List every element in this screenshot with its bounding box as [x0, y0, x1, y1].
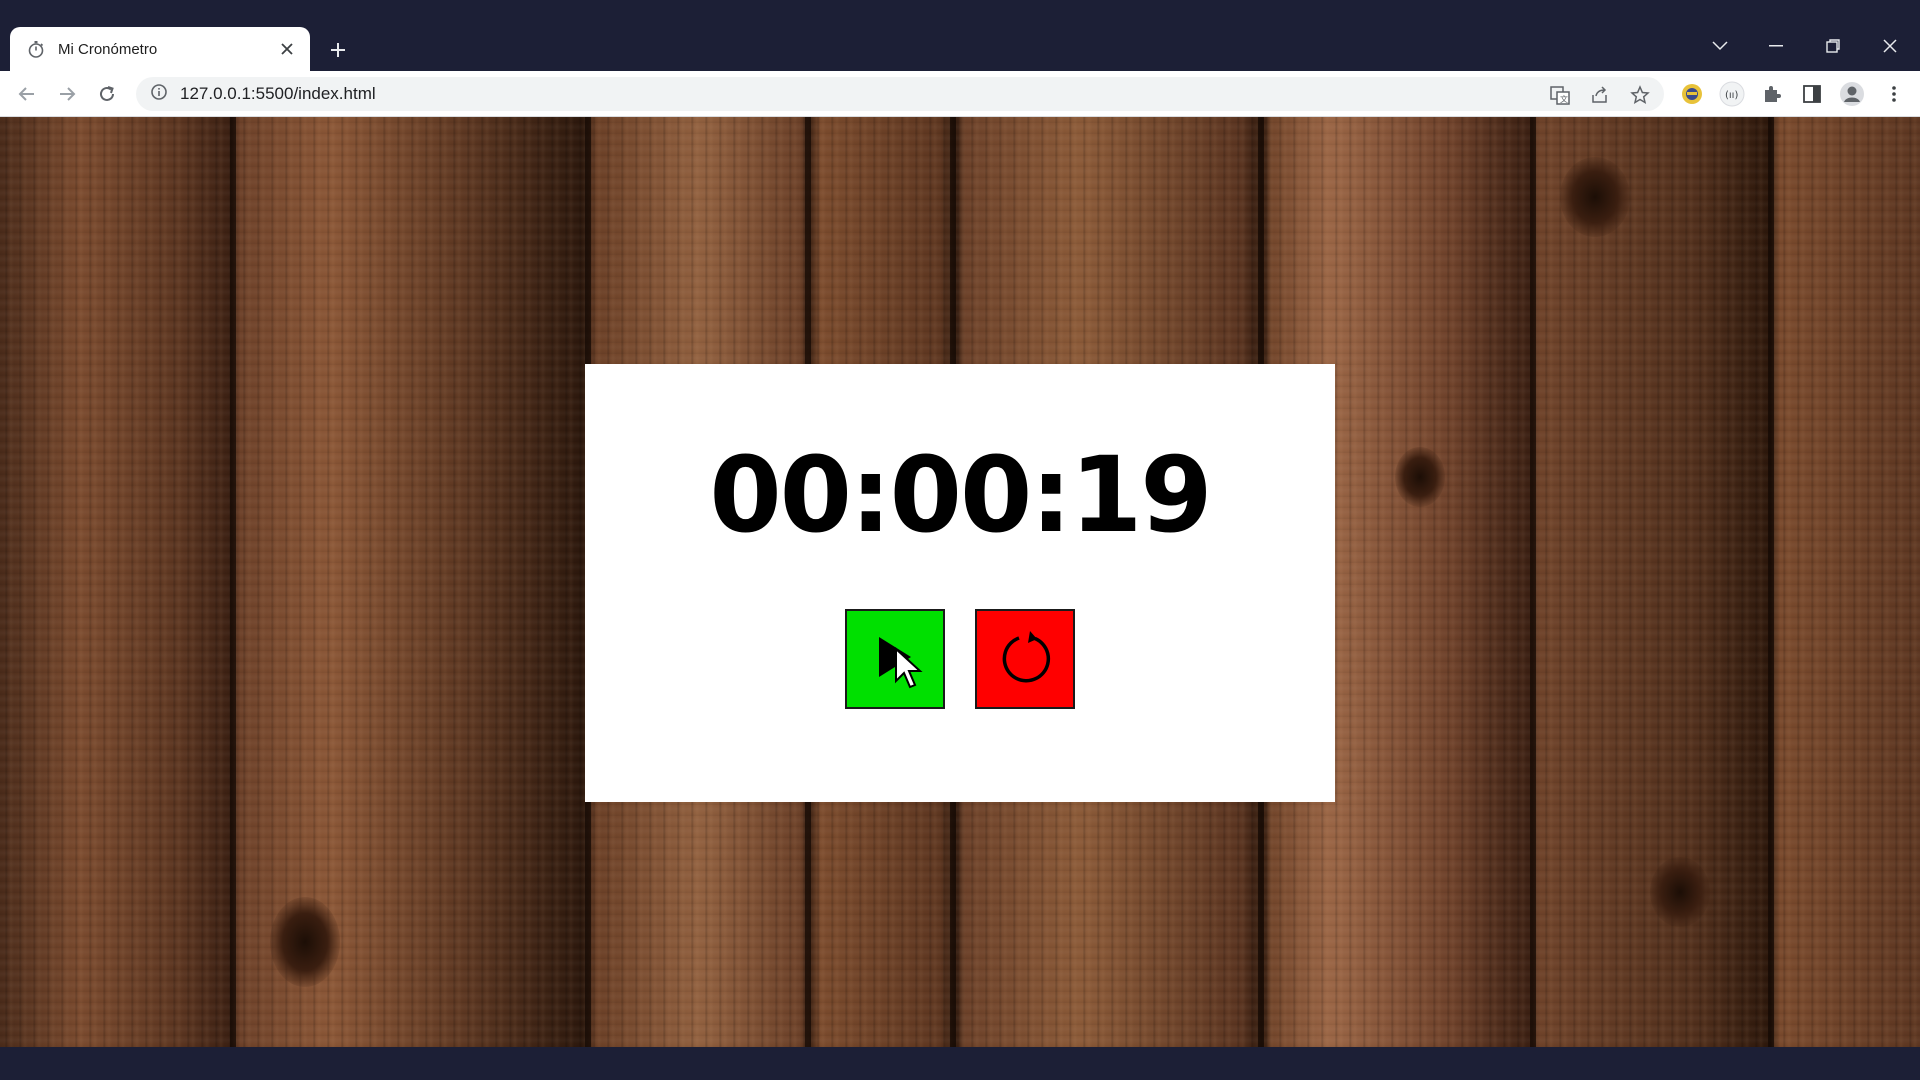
menu-icon[interactable] — [1880, 80, 1908, 108]
back-icon[interactable] — [12, 79, 42, 109]
wood-knot — [1560, 157, 1630, 237]
side-panel-icon[interactable] — [1798, 80, 1826, 108]
extensions-puzzle-icon[interactable] — [1758, 80, 1786, 108]
bookmark-star-icon[interactable] — [1630, 85, 1650, 105]
tab-search-icon[interactable] — [1700, 28, 1740, 64]
address-bar[interactable]: 127.0.0.1:5500/index.html 文 — [136, 77, 1664, 111]
reset-button[interactable] — [975, 609, 1075, 709]
plank-seam — [230, 117, 236, 1047]
stopwatch-icon — [26, 39, 46, 59]
new-tab-button[interactable] — [324, 36, 352, 64]
profile-extension-icon[interactable] — [1678, 80, 1706, 108]
close-tab-icon[interactable] — [276, 38, 298, 60]
account-icon[interactable] — [1838, 80, 1866, 108]
tab-title: Mi Cronómetro — [58, 40, 158, 58]
translate-icon[interactable]: 文 — [1550, 85, 1570, 105]
svg-text:(ıı): (ıı) — [1725, 90, 1738, 101]
taskbar-edge — [0, 1047, 1920, 1080]
browser-tab-strip: Mi Cronómetro — [0, 0, 1920, 71]
minimize-icon[interactable] — [1756, 28, 1796, 64]
plank-seam — [1768, 117, 1774, 1047]
wood-knot — [270, 897, 340, 987]
browser-tab[interactable]: Mi Cronómetro — [10, 27, 310, 71]
wood-knot — [1395, 447, 1445, 507]
plank-seam — [1530, 117, 1536, 1047]
info-icon[interactable] — [150, 83, 168, 106]
page-background: 00:00:19 — [0, 117, 1920, 1047]
close-icon[interactable] — [1870, 28, 1910, 64]
stopwatch-card: 00:00:19 — [585, 364, 1335, 802]
forward-icon[interactable] — [52, 79, 82, 109]
browser-toolbar: 127.0.0.1:5500/index.html 文 (ıı) — [0, 71, 1920, 117]
wood-knot — [1650, 857, 1710, 927]
url-text: 127.0.0.1:5500/index.html — [180, 84, 376, 103]
reload-icon[interactable] — [92, 79, 122, 109]
mouse-cursor-icon — [894, 646, 926, 691]
restore-icon[interactable] — [1813, 28, 1853, 64]
share-icon[interactable] — [1590, 85, 1610, 105]
stopwatch-display: 00:00:19 — [709, 434, 1212, 556]
reset-icon — [997, 629, 1053, 690]
svg-text:文: 文 — [1560, 94, 1568, 104]
media-extension-icon[interactable]: (ıı) — [1718, 80, 1746, 108]
